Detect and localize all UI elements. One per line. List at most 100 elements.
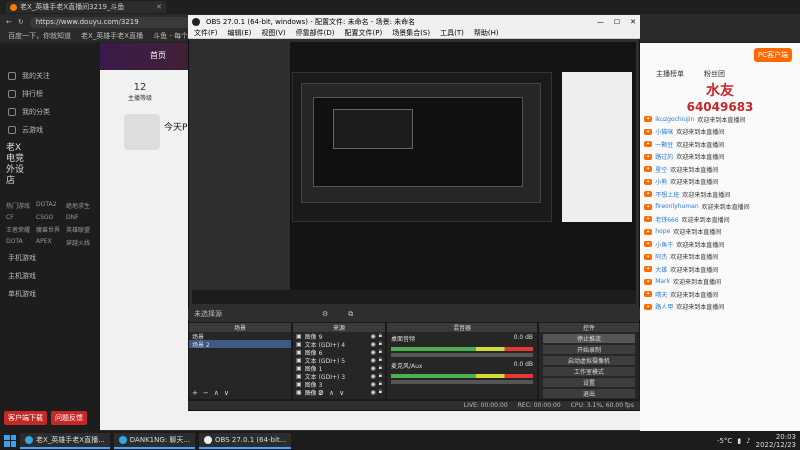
nav-item-cloudgame[interactable]: 云游戏: [0, 121, 100, 139]
chat-username[interactable]: 晴天: [655, 290, 667, 299]
menu-file[interactable]: 文件(F): [194, 28, 218, 38]
remove-icon[interactable]: −: [203, 389, 209, 397]
chat-username[interactable]: 大雄: [655, 265, 667, 274]
add-icon[interactable]: +: [296, 389, 302, 397]
chat-username[interactable]: 星空: [655, 165, 667, 174]
pc-client-button[interactable]: PC客户端: [753, 48, 792, 62]
chat-username[interactable]: hope: [655, 228, 670, 235]
category-link[interactable]: DNF: [66, 214, 94, 221]
exit-button[interactable]: 退出: [543, 389, 635, 398]
obs-preview[interactable]: [192, 42, 636, 304]
nav-item-follow[interactable]: 我的关注: [0, 67, 100, 85]
lock-icon[interactable]: 🔒︎: [379, 372, 382, 380]
category-link[interactable]: 魔兽世界: [36, 225, 64, 234]
virtual-camera-button[interactable]: 启动虚拟摄像机: [543, 356, 635, 365]
download-client-button[interactable]: 客户端下载: [4, 411, 47, 425]
chat-username[interactable]: Mark: [655, 278, 670, 285]
chat-username[interactable]: fireonlyhuman: [655, 203, 698, 210]
menu-help[interactable]: 帮助(H): [474, 28, 499, 38]
windows-start-icon[interactable]: [4, 434, 16, 447]
chat-username[interactable]: 小熊: [655, 177, 667, 186]
volume-icon[interactable]: ♪: [746, 437, 750, 445]
tab-ranking[interactable]: 主播榜单: [656, 69, 684, 79]
lock-icon[interactable]: 🔒︎: [379, 348, 382, 356]
category-link[interactable]: APEX: [36, 238, 64, 247]
visibility-icon[interactable]: ◉: [371, 349, 376, 356]
lock-icon[interactable]: 🔒︎: [379, 356, 382, 364]
up-icon[interactable]: ∧: [329, 389, 334, 397]
gear-icon[interactable]: ⚙: [318, 389, 324, 397]
maximize-icon[interactable]: ☐: [614, 18, 620, 26]
tab-fans[interactable]: 粉丝团: [704, 69, 725, 79]
close-icon[interactable]: ✕: [630, 18, 636, 26]
bookmark-item[interactable]: 老X_英雄手老X直播: [81, 31, 143, 41]
nav-item-category[interactable]: 我的分类: [0, 103, 100, 121]
lock-icon[interactable]: 🔒︎: [379, 332, 382, 340]
chat-username[interactable]: 路人甲: [655, 302, 673, 311]
visibility-icon[interactable]: ◉: [371, 389, 376, 396]
chat-username[interactable]: 小鱼干: [655, 240, 673, 249]
visibility-icon[interactable]: ◉: [371, 365, 376, 372]
gear-icon[interactable]: ⚙: [322, 310, 328, 318]
nav-item-single[interactable]: 单机游戏: [0, 285, 100, 303]
feedback-button[interactable]: 问题反馈: [51, 411, 87, 425]
network-icon[interactable]: ▮: [737, 437, 741, 445]
chat-username[interactable]: ikuzgochiujin: [655, 116, 694, 123]
menu-tools[interactable]: 工具(T): [440, 28, 464, 38]
chat-username[interactable]: 一颗豆: [655, 140, 673, 149]
home-nav-item[interactable]: 首页: [150, 50, 180, 64]
lock-icon[interactable]: 🔒︎: [379, 340, 382, 348]
chat-username[interactable]: 阿杰: [655, 252, 667, 261]
menu-view[interactable]: 视图(V): [261, 28, 285, 38]
visibility-icon[interactable]: ◉: [371, 341, 376, 348]
lock-icon[interactable]: 🔒︎: [379, 380, 382, 388]
lock-icon[interactable]: 🔒︎: [379, 388, 382, 396]
up-icon[interactable]: ∧: [214, 389, 219, 397]
filter-icon[interactable]: ⧉: [348, 310, 353, 319]
nav-item-rank[interactable]: 排行榜: [0, 85, 100, 103]
visibility-icon[interactable]: ◉: [371, 333, 376, 340]
minimize-icon[interactable]: —: [597, 18, 604, 26]
menu-scene-collection[interactable]: 场景集合(S): [392, 28, 430, 38]
category-link[interactable]: DOTA: [6, 238, 34, 247]
scene-item[interactable]: 场景 2: [189, 340, 291, 349]
browser-tab-douyu-room[interactable]: 老X_英雄手老X直播间3219_斗鱼 ✕: [6, 1, 166, 13]
visibility-icon[interactable]: ◉: [371, 373, 376, 380]
menu-docks[interactable]: 停靠部件(D): [296, 28, 335, 38]
remove-icon[interactable]: −: [307, 389, 313, 397]
settings-button[interactable]: 设置: [543, 378, 635, 387]
category-link[interactable]: 热门游戏: [6, 201, 34, 210]
category-link[interactable]: 英雄联盟: [66, 225, 94, 234]
down-icon[interactable]: ∨: [339, 389, 344, 397]
close-icon[interactable]: ✕: [156, 3, 162, 11]
studio-mode-button[interactable]: 工作室模式: [543, 367, 635, 376]
start-recording-button[interactable]: 开始录制: [543, 345, 635, 354]
back-icon[interactable]: ←: [6, 18, 12, 26]
volume-slider[interactable]: [391, 353, 533, 357]
url-field[interactable]: https://www.douyu.com/3219: [29, 16, 210, 28]
category-link[interactable]: 绝地求生: [66, 201, 94, 210]
bookmark-item[interactable]: 百度一下，你就知道: [8, 31, 71, 41]
nav-item-mobile[interactable]: 手机游戏: [0, 249, 100, 267]
category-link[interactable]: CF: [6, 214, 34, 221]
chat-username[interactable]: 老铁666: [655, 215, 678, 224]
stop-streaming-button[interactable]: 停止推流: [543, 334, 635, 343]
category-link[interactable]: 穿越火线: [66, 238, 94, 247]
taskbar-chat[interactable]: DANK1NG: 聊天...: [113, 432, 196, 449]
category-link[interactable]: DOTA2: [36, 201, 64, 210]
taskbar-browser[interactable]: 老X_英雄手老X直播...: [20, 432, 110, 449]
volume-slider[interactable]: [391, 380, 533, 384]
menu-edit[interactable]: 编辑(E): [228, 28, 252, 38]
chat-username[interactable]: 不想上班: [655, 190, 679, 199]
nav-item-console[interactable]: 主机游戏: [0, 267, 100, 285]
refresh-icon[interactable]: ↻: [18, 18, 24, 26]
visibility-icon[interactable]: ◉: [371, 381, 376, 388]
chat-username[interactable]: 路过的: [655, 152, 673, 161]
taskbar-obs[interactable]: OBS 27.0.1 (64-bit...: [199, 432, 292, 449]
visibility-icon[interactable]: ◉: [371, 357, 376, 364]
add-icon[interactable]: +: [192, 389, 198, 397]
clock[interactable]: 20:03 2022/12/23: [756, 433, 796, 449]
category-link[interactable]: CSGO: [36, 214, 64, 221]
down-icon[interactable]: ∨: [224, 389, 229, 397]
chat-username[interactable]: 小猫咪: [655, 127, 673, 136]
